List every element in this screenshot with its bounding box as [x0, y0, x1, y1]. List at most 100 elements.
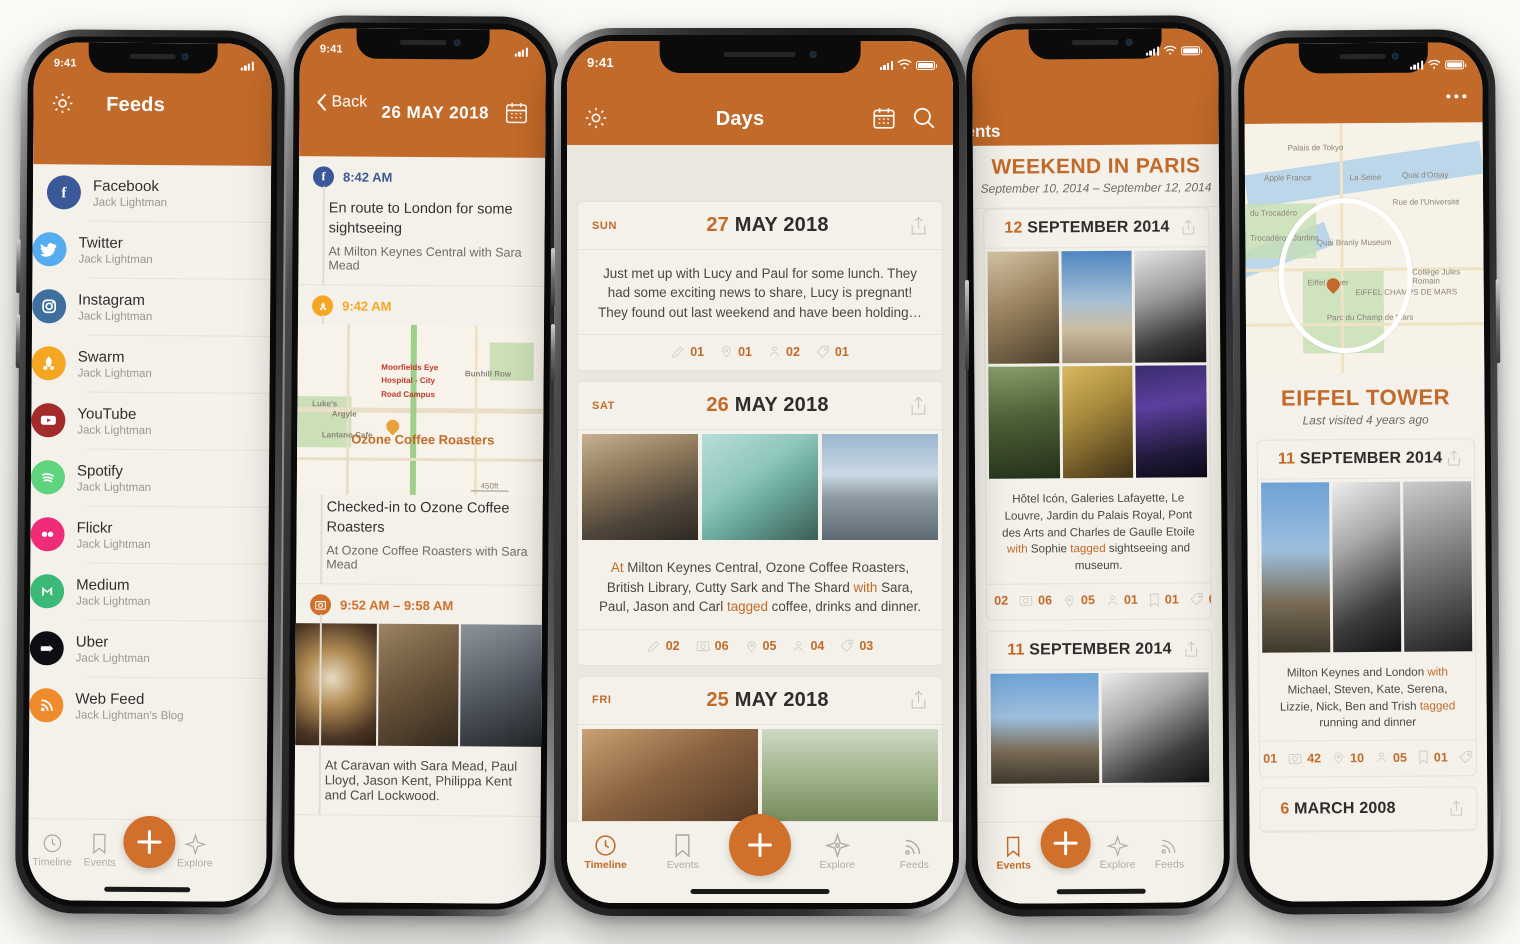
day-card[interactable]: SAT 26 MAY 2018 At Milton Keynes Central…: [577, 381, 943, 666]
entry-map[interactable]: Moorfields Eye Hospital - City Road Campus…: [296, 324, 544, 496]
timeline-entry[interactable]: 9:52 AM – 9:58 AM At Caravan with Sara M…: [294, 584, 543, 818]
home-indicator[interactable]: [690, 889, 830, 894]
feed-row[interactable]: Flickr Jack Lightman: [30, 505, 269, 564]
map-label: Palais de Tokyo: [1287, 143, 1344, 153]
tab-label: Explore: [819, 859, 855, 871]
tab-explore[interactable]: Explore: [171, 830, 219, 869]
power-button[interactable]: [965, 280, 969, 370]
feed-row[interactable]: Spotify Jack Lightman: [30, 448, 270, 507]
add-button[interactable]: [123, 815, 176, 869]
photo[interactable]: [822, 434, 938, 541]
map-label: Hospital - City: [381, 375, 436, 386]
tab-explore[interactable]: Explore: [799, 832, 876, 871]
plus-icon[interactable]: [123, 815, 176, 869]
timeline-entry[interactable]: f 8:42 AM En route to London for some si…: [298, 156, 545, 287]
photo[interactable]: [988, 366, 1060, 479]
day-text: Hôtel Icón, Galeries Lafayette, Le Louvr…: [1002, 491, 1195, 573]
volume-down-button[interactable]: [551, 324, 555, 382]
plus-icon[interactable]: [728, 814, 791, 876]
photo[interactable]: [1061, 250, 1133, 364]
photo[interactable]: [377, 623, 460, 747]
photo[interactable]: [1134, 250, 1207, 363]
photo-row[interactable]: [295, 623, 542, 748]
gear-icon[interactable]: [583, 105, 609, 131]
share-icon[interactable]: [909, 395, 928, 417]
side-button[interactable]: [16, 239, 21, 294]
day-date: 11 SEPTEMBER 2014: [1277, 449, 1443, 468]
map-label: Collège Jules Romain: [1412, 267, 1461, 286]
home-indicator[interactable]: [1056, 888, 1146, 895]
photo-row[interactable]: [987, 669, 1213, 787]
phone-screen: Palais de Tokyo Apple France La Seine Quai …: [1244, 42, 1488, 902]
photo[interactable]: [1332, 481, 1402, 653]
feed-row[interactable]: Web Feed Jack Lightman's Blog: [29, 676, 268, 735]
photo[interactable]: [1061, 365, 1134, 479]
tab-feeds[interactable]: Feeds: [876, 832, 953, 871]
feed-row[interactable]: Medium Jack Lightman: [30, 562, 269, 621]
page-title: Events: [971, 121, 1001, 142]
wifi-icon: [897, 59, 912, 70]
timeline-entry[interactable]: 9:42 AM Moorfields Eye Hospital - City Roa…: [296, 285, 544, 587]
tab-events[interactable]: Events: [644, 832, 721, 871]
stat-value: 42: [1307, 751, 1322, 766]
side-button[interactable]: [15, 314, 21, 369]
photo[interactable]: [1403, 481, 1473, 652]
day-card[interactable]: 11 SEPTEMBER 2014: [986, 629, 1214, 788]
feed-row[interactable]: Uber Jack Lightman: [29, 619, 268, 678]
photo[interactable]: [987, 251, 1059, 364]
search-icon[interactable]: [911, 105, 937, 131]
share-icon[interactable]: [1446, 449, 1462, 467]
photo[interactable]: [990, 672, 1099, 784]
plus-icon[interactable]: [1040, 818, 1091, 869]
place-map[interactable]: Palais de Tokyo Apple France La Seine Quai …: [1244, 122, 1485, 374]
photo[interactable]: [702, 434, 818, 541]
share-icon[interactable]: [909, 689, 928, 711]
day-card[interactable]: FRI 25 MAY 2018: [577, 675, 943, 821]
phone-showcase: 9:41 Feeds f Facebook Jack Lightman Twit…: [0, 0, 1520, 944]
feed-row[interactable]: Twitter Jack Lightman: [32, 220, 271, 279]
place-title: EIFFEL TOWER: [1280, 384, 1451, 411]
photo[interactable]: [762, 728, 938, 821]
photo-grid[interactable]: [984, 247, 1210, 482]
feed-row[interactable]: Swarm Jack Lightman: [31, 334, 270, 393]
svg-text:f: f: [61, 185, 67, 201]
photo[interactable]: [460, 624, 542, 748]
more-icon[interactable]: [1446, 94, 1467, 99]
tab-explore[interactable]: Explore: [1091, 832, 1143, 871]
feed-row[interactable]: Instagram Jack Lightman: [32, 277, 271, 336]
source-icon-swarm: [312, 295, 334, 317]
add-button[interactable]: [721, 814, 798, 876]
feed-row[interactable]: YouTube Jack Lightman: [31, 391, 270, 450]
gear-icon[interactable]: [49, 90, 75, 116]
photo[interactable]: [582, 728, 758, 821]
power-button[interactable]: [1495, 279, 1501, 364]
share-icon[interactable]: [1180, 218, 1196, 236]
share-icon[interactable]: [909, 215, 928, 237]
photo[interactable]: [582, 434, 698, 541]
day-card[interactable]: 12 SEPTEMBER 2014 Hôtel Icón, Galeries L…: [983, 207, 1213, 621]
home-indicator[interactable]: [104, 886, 190, 893]
add-button[interactable]: [1039, 818, 1091, 869]
tab-timeline[interactable]: Timeline: [28, 829, 76, 868]
photo[interactable]: [1135, 365, 1208, 478]
tab-events[interactable]: Events: [988, 832, 1040, 872]
photo[interactable]: [1261, 482, 1331, 653]
tab-feeds[interactable]: Feeds: [1143, 831, 1195, 871]
day-card[interactable]: 11 SEPTEMBER 2014 Milton Keynes and Lond…: [1256, 438, 1478, 778]
photo-row[interactable]: [578, 724, 942, 821]
photo[interactable]: [295, 623, 377, 746]
tab-events[interactable]: Events: [76, 829, 124, 869]
feed-row[interactable]: f Facebook Jack Lightman: [33, 164, 271, 222]
day-card[interactable]: 6 MARCH 2008: [1259, 786, 1478, 833]
share-icon[interactable]: [1448, 800, 1464, 818]
photo-row[interactable]: [1258, 478, 1476, 656]
tab-timeline[interactable]: Timeline: [567, 832, 644, 871]
calendar-icon[interactable]: [503, 100, 529, 126]
photo-row[interactable]: [578, 430, 942, 545]
calendar-icon[interactable]: [871, 105, 897, 131]
day-card[interactable]: SUN 27 MAY 2018 Just met up with Lucy an…: [577, 201, 943, 372]
photo[interactable]: [1100, 672, 1210, 783]
share-icon[interactable]: [1183, 640, 1199, 658]
back-button[interactable]: Back: [315, 92, 367, 112]
volume-up-button[interactable]: [551, 248, 555, 306]
